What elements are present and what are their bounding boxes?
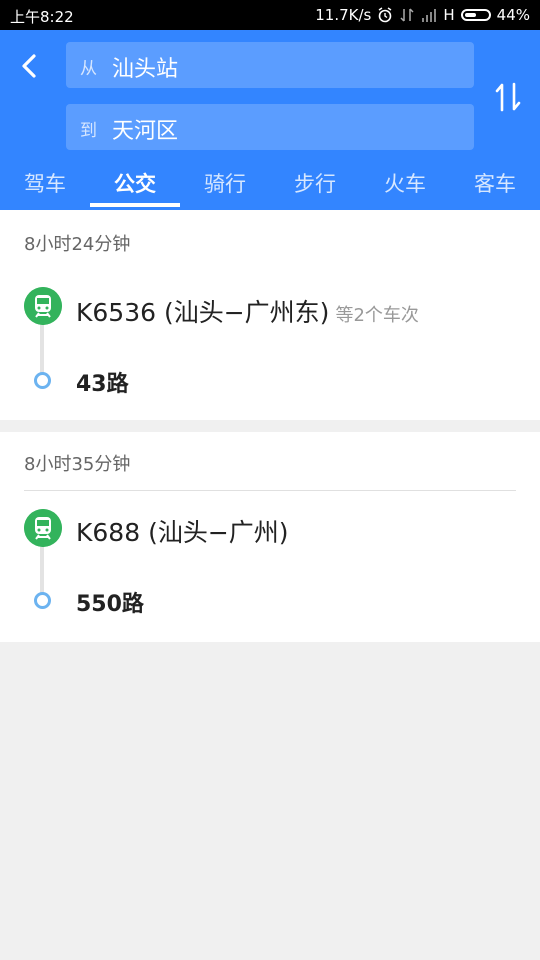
battery-icon [460, 9, 491, 21]
train-icon [24, 287, 62, 325]
network-speed: 11.7K/s [315, 6, 372, 24]
train-icon [24, 509, 62, 547]
status-bar: 上午8:22 11.7K/s H 44% [0, 0, 540, 30]
tab-coach[interactable]: 客车 [450, 168, 540, 198]
alarm-icon [378, 7, 392, 23]
route-result-card[interactable]: 8小时24分钟 K6536 (汕头−广州东) 等2个车次 43路 [0, 210, 540, 420]
bus-route: 550路 [76, 592, 144, 617]
back-icon[interactable] [14, 48, 44, 84]
data-transfer-icon [400, 8, 414, 22]
origin-field[interactable]: 从 汕头站 [66, 42, 474, 88]
tab-walk[interactable]: 步行 [270, 168, 360, 198]
origin-label: 从 [80, 59, 97, 79]
train-route: K6536 (汕头−广州东) 等2个车次 [76, 293, 419, 329]
bus-route: 43路 [76, 372, 129, 397]
origin-value: 汕头站 [112, 57, 179, 82]
train-number: K688 [76, 518, 141, 547]
tab-cycle[interactable]: 骑行 [180, 168, 270, 198]
route-duration: 8小时24分钟 [24, 234, 131, 255]
battery-level: 44% [496, 6, 530, 24]
train-stations: (汕头−广州) [148, 518, 289, 547]
destination-label: 到 [80, 121, 97, 141]
transport-tabs: 驾车 公交 骑行 步行 火车 客车 [0, 160, 540, 210]
tab-train[interactable]: 火车 [360, 168, 450, 198]
swap-icon[interactable] [494, 80, 522, 114]
route-duration: 8小时35分钟 [24, 454, 131, 475]
train-stations: (汕头−广州东) [163, 298, 330, 327]
bus-stop-dot [34, 372, 51, 389]
destination-value: 天河区 [112, 119, 179, 144]
tab-bus[interactable]: 公交 [90, 168, 180, 198]
tab-drive[interactable]: 驾车 [0, 168, 90, 198]
route-header: 从 汕头站 到 天河区 驾车 公交 骑行 步行 火车 客车 [0, 30, 540, 210]
divider [24, 490, 516, 491]
train-more-options: 等2个车次 [335, 305, 419, 326]
network-type: H [443, 6, 455, 24]
train-number: K6536 [76, 298, 157, 327]
status-right: 11.7K/s H 44% [315, 6, 530, 24]
train-route: K688 (汕头−广州) [76, 513, 295, 549]
active-tab-indicator [90, 203, 180, 207]
status-time: 上午8:22 [10, 8, 74, 26]
route-connector [40, 322, 44, 374]
signal-icon [422, 9, 437, 22]
route-result-card[interactable]: 8小时35分钟 K688 (汕头−广州) 550路 [0, 432, 540, 642]
route-connector [40, 544, 44, 596]
bus-stop-dot [34, 592, 51, 609]
destination-field[interactable]: 到 天河区 [66, 104, 474, 150]
